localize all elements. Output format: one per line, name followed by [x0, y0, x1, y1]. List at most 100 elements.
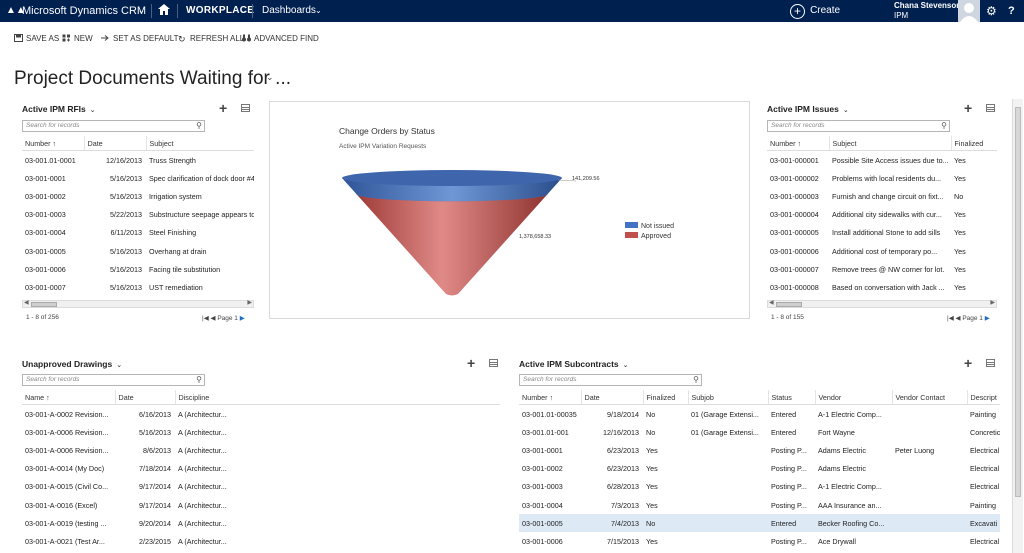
funnel-segment-not-issued-top[interactable] [342, 170, 562, 186]
table-row[interactable]: 03-001-000001 Possible Site Access issues… [767, 151, 997, 170]
chevron-down-icon[interactable]: ⌄ [116, 362, 122, 369]
column-header-subject[interactable]: Subject [828, 136, 951, 151]
column-header-date[interactable]: Date [114, 390, 175, 405]
search-icon[interactable]: ⚲ [196, 375, 202, 385]
open-grid-icon[interactable] [489, 359, 498, 367]
chevron-down-icon[interactable]: ⌄ [138, 0, 145, 22]
table-row[interactable]: 03-001-0002 6/23/2013 Yes Posting P... Adams… [519, 460, 1000, 478]
refresh-all-button[interactable]: ↻ REFRESH ALL [178, 32, 244, 46]
table-row[interactable]: 03-001-000005 Install additional Stone to… [767, 224, 997, 242]
column-header-number[interactable]: Number ↑ [22, 136, 84, 151]
open-grid-icon[interactable] [986, 104, 995, 112]
open-grid-icon[interactable] [241, 104, 250, 112]
table-row[interactable]: 03-001.01-001 12/16/2013 No 01 (Garage Exte… [519, 423, 1000, 441]
table-row[interactable]: 03-001-000003 Furnish and change circuit … [767, 187, 997, 205]
chevron-down-icon[interactable]: ⌄ [90, 107, 96, 114]
column-header-description[interactable]: Descript [966, 390, 1000, 405]
search-icon[interactable]: ⚲ [941, 121, 947, 131]
prev-page-icon[interactable]: ◀ [211, 315, 216, 322]
horizontal-scrollbar[interactable]: ◀ ▶ [767, 300, 997, 308]
open-grid-icon[interactable] [986, 359, 995, 367]
table-row[interactable]: 03-001.01-00035 9/18/2014 No 01 (Garage Ext… [519, 405, 1000, 424]
table-row[interactable]: 03-001-0001 6/23/2013 Yes Posting P... Adams… [519, 441, 1000, 459]
search-input[interactable]: Search for records ⚲ [767, 120, 950, 132]
chevron-down-icon[interactable]: ⌄ [266, 72, 274, 83]
table-row[interactable]: 03-001-0005 5/16/2013 Overhang at drain [22, 242, 254, 260]
table-row[interactable]: 03-001-0004 7/3/2013 Yes Posting P... AAA In… [519, 496, 1000, 514]
table-row[interactable]: 03-001-000007 Remove trees @ NW corner fo… [767, 260, 997, 278]
column-header-discipline[interactable]: Discipline [174, 390, 500, 405]
table-row[interactable]: 03-001-000006 Additional cost of temporar… [767, 242, 997, 260]
table-row[interactable]: 03-001-0005 7/4/2013 No Entered Becker Roofi… [519, 514, 1000, 533]
panel-title[interactable]: Active IPM Subcontracts ⌄ [519, 359, 629, 369]
column-header-finalized[interactable]: Finalized [642, 390, 688, 405]
dashboards-menu[interactable]: Dashboards [262, 0, 316, 22]
column-header-subject[interactable]: Subject [145, 136, 254, 151]
add-record-icon[interactable]: + [964, 101, 972, 115]
table-row[interactable]: 03-001-000004 Additional city sidewalks w… [767, 206, 997, 224]
column-header-name[interactable]: Name ↑ [22, 390, 115, 405]
column-header-number[interactable]: Number ↑ [519, 390, 581, 405]
table-row[interactable]: 03-001-A-0014 (My Doc) 7/18/2014 A (Archit… [22, 460, 500, 478]
help-icon[interactable]: ? [1008, 0, 1015, 22]
next-page-icon[interactable]: ▶ [985, 315, 990, 322]
add-record-icon[interactable]: + [219, 101, 227, 115]
column-header-date[interactable]: Date [580, 390, 643, 405]
column-header-finalized[interactable]: Finalized [950, 136, 997, 151]
set-as-default-button[interactable]: SET AS DEFAULT [101, 32, 179, 46]
search-input[interactable]: Search for records ⚲ [519, 374, 702, 386]
horizontal-scrollbar[interactable]: ◀ ▶ [22, 300, 254, 308]
scroll-thumb[interactable] [1015, 107, 1021, 497]
new-button[interactable]: NEW [62, 32, 93, 46]
table-row[interactable]: 03-001-A-0002 Revision... 6/16/2013 A (Arc… [22, 405, 500, 424]
chevron-down-icon[interactable]: ⌄ [623, 362, 629, 369]
add-record-icon[interactable]: + [964, 359, 972, 370]
panel-title[interactable]: Unapproved Drawings ⌄ [22, 359, 122, 369]
panel-title[interactable]: Active IPM Issues ⌄ [767, 104, 849, 114]
table-row[interactable]: 03-001-0003 5/22/2013 Substructure seepage… [22, 206, 254, 224]
app-name[interactable]: Microsoft Dynamics CRM [22, 0, 146, 22]
scroll-thumb[interactable] [31, 302, 57, 307]
home-icon[interactable] [158, 0, 170, 22]
table-row[interactable]: 03-001-0001 5/16/2013 Spec clarification o… [22, 169, 254, 187]
table-row[interactable]: 03-001-0002 5/16/2013 Irrigation system [22, 187, 254, 205]
first-page-icon[interactable]: |◀ [202, 315, 209, 322]
column-header-number[interactable]: Number ↑ [767, 136, 829, 151]
column-header-vendor-contact[interactable]: Vendor Contact [891, 390, 967, 405]
table-row[interactable]: 03-001-A-0006 Revision... 8/6/2013 A (Arch… [22, 441, 500, 459]
add-record-icon[interactable]: + [467, 356, 475, 370]
avatar[interactable] [958, 0, 980, 22]
save-as-button[interactable]: SAVE AS [14, 32, 59, 46]
table-row[interactable]: 03-001-000002 Problems with local residen… [767, 169, 997, 187]
table-row[interactable]: 03-001-0004 6/11/2013 Steel Finishing [22, 224, 254, 242]
column-header-subjob[interactable]: Subjob [687, 390, 768, 405]
table-row[interactable]: 03-001-0006 5/16/2013 Facing tile substitu… [22, 260, 254, 278]
search-input[interactable]: Search for records ⚲ [22, 120, 205, 132]
table-row[interactable]: 03-001-A-0016 (Excel) 9/17/2014 A (Archite… [22, 496, 500, 514]
scroll-thumb[interactable] [776, 302, 802, 307]
table-row[interactable]: 03-001-0006 7/15/2013 Yes Posting P... Ace D… [519, 532, 1000, 550]
column-header-vendor[interactable]: Vendor [814, 390, 892, 405]
create-button[interactable]: + Create [790, 0, 840, 22]
table-row[interactable]: 03-001-A-0019 (testing ... 9/20/2014 A (Ar… [22, 514, 500, 532]
page-vertical-scrollbar[interactable] [1012, 99, 1023, 553]
table-row[interactable]: 03-001-A-0006 Revision... 5/16/2013 A (Arc… [22, 423, 500, 441]
advanced-find-button[interactable]: ADVANCED FIND [242, 32, 319, 46]
table-row[interactable]: 03-001-000008 Based on conversation with … [767, 278, 997, 296]
search-input[interactable]: Search for records ⚲ [22, 374, 205, 386]
table-row[interactable]: 03-001-A-0015 (Civil Co... 9/17/2014 A (Ar… [22, 478, 500, 496]
search-icon[interactable]: ⚲ [196, 121, 202, 131]
chevron-down-icon[interactable]: ⌄ [843, 107, 849, 114]
table-row[interactable]: 03-001.01-0001 12/16/2013 Truss Strength [22, 151, 254, 170]
column-header-status[interactable]: Status [767, 390, 815, 405]
table-row[interactable]: 03-001-0007 5/16/2013 UST remediation [22, 278, 254, 296]
panel-title[interactable]: Active IPM RFIs ⌄ [22, 104, 96, 114]
gear-icon[interactable]: ⚙ [986, 0, 997, 22]
chevron-down-icon[interactable]: ⌄ [240, 0, 247, 22]
next-page-icon[interactable]: ▶ [240, 315, 245, 322]
table-row[interactable]: 03-001-0003 6/28/2013 Yes Posting P... A-1 E… [519, 478, 1000, 496]
funnel-segment-approved[interactable] [356, 194, 548, 296]
prev-page-icon[interactable]: ◀ [956, 315, 961, 322]
column-header-date[interactable]: Date [83, 136, 146, 151]
chevron-down-icon[interactable]: ⌄ [315, 0, 322, 22]
